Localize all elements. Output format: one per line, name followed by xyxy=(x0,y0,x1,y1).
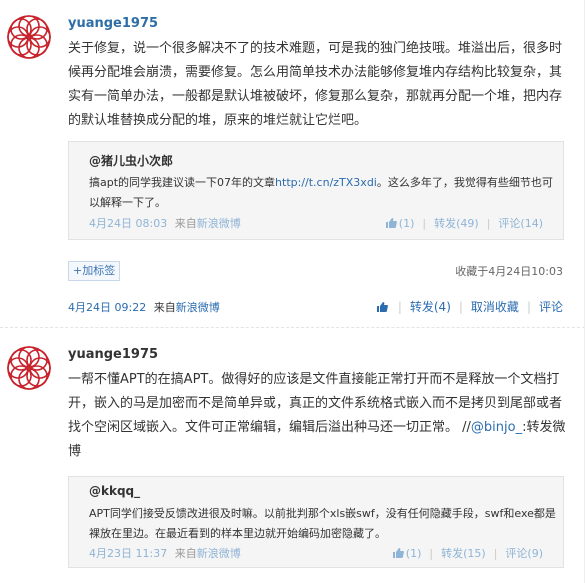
quoted-post: @kkqq_ APT同学们接受反馈改进很及时嘛。以前批判那个xls嵌swf，没有… xyxy=(68,476,564,568)
separator: | xyxy=(422,217,427,230)
quoted-meta: 4月23日 11:37 来自新浪微博 xyxy=(89,545,241,561)
author-name[interactable]: yuange1975 xyxy=(68,16,158,31)
quoted-source[interactable]: 新浪微博 xyxy=(197,217,241,230)
from-label: 来自 xyxy=(153,301,176,314)
separator: | xyxy=(458,300,463,314)
quoted-text: APT同学们接受反馈改进很及时嘛。以前批判那个xls嵌swf，没有任何隐藏手段，… xyxy=(89,507,556,540)
separator: | xyxy=(486,217,491,230)
favorited-time: 收藏于4月24日10:03 xyxy=(455,265,563,278)
separator: | xyxy=(526,300,531,314)
from-label: 来自 xyxy=(174,217,197,230)
quoted-author[interactable]: @kkqq_ xyxy=(89,484,140,498)
avatar[interactable] xyxy=(4,12,54,62)
from-label: 来自 xyxy=(174,547,197,560)
like-button[interactable] xyxy=(376,300,390,314)
avatar[interactable] xyxy=(4,343,54,393)
like-button[interactable]: (1) xyxy=(385,217,415,230)
comment-button[interactable]: 评论 xyxy=(539,300,563,314)
short-link[interactable]: http://t.cn/zTX3xdi xyxy=(275,176,377,189)
unfavorite-button[interactable]: 取消收藏 xyxy=(471,300,519,314)
quoted-meta: 4月24日 08:03 来自新浪微博 xyxy=(89,215,241,231)
quoted-time[interactable]: 4月23日 11:37 xyxy=(89,547,167,560)
post-divider xyxy=(0,327,585,328)
thumbs-up-icon xyxy=(392,548,404,558)
quoted-actions: (1) | 转发(15) | 评论(9) xyxy=(392,545,543,561)
post-text: 一帮不懂APT的在搞APT。做得好的应该是文件直接能正常打开而不是释放一个文档打… xyxy=(68,368,568,464)
post-source[interactable]: 新浪微博 xyxy=(176,301,220,314)
separator: | xyxy=(493,547,498,560)
author-name[interactable]: yuange1975 xyxy=(68,347,158,362)
comment-button[interactable]: 评论(9) xyxy=(505,547,543,560)
quoted-time[interactable]: 4月24日 08:03 xyxy=(89,217,167,230)
quoted-author[interactable]: @猪儿虫小次郎 xyxy=(89,152,173,169)
post-time[interactable]: 4月24日 09:22 xyxy=(68,301,146,314)
like-count: (1) xyxy=(405,547,422,560)
like-button[interactable]: (1) xyxy=(392,547,422,560)
quoted-text: 搞apt的同学我建议读一下07年的文章http://t.cn/zTX3xdi。这… xyxy=(89,173,559,213)
repost-button[interactable]: 转发(4) xyxy=(410,300,451,314)
separator: | xyxy=(397,300,402,314)
repost-button[interactable]: 转发(49) xyxy=(434,217,479,230)
thumbs-up-icon xyxy=(385,218,397,228)
weibo-post: yuange1975 一帮不懂APT的在搞APT。做得好的应该是文件直接能正常打… xyxy=(0,330,585,583)
add-tag-button[interactable]: +加标签 xyxy=(68,261,121,281)
post-meta: 4月24日 09:22 来自新浪微博 xyxy=(68,299,220,315)
comment-button[interactable]: 评论(14) xyxy=(498,217,543,230)
mention-link[interactable]: @binjo_ xyxy=(471,420,522,435)
post-actions: | 转发(4) | 取消收藏 | 评论 xyxy=(376,298,563,315)
quoted-text-before: 搞apt的同学我建议读一下07年的文章 xyxy=(89,176,276,189)
repost-button[interactable]: 转发(15) xyxy=(441,547,486,560)
quoted-actions: (1) | 转发(49) | 评论(14) xyxy=(385,215,543,231)
quoted-source[interactable]: 新浪微博 xyxy=(197,547,241,560)
like-count: (1) xyxy=(398,217,415,230)
quoted-post: @猪儿虫小次郎 搞apt的同学我建议读一下07年的文章http://t.cn/z… xyxy=(68,141,564,240)
weibo-post: yuange1975 关于修复，说一个很多解决不了的技术难题，可是我的独门绝技哦… xyxy=(0,0,585,330)
post-text: 关于修复，说一个很多解决不了的技术难题，可是我的独门绝技哦。堆溢出后，很多时候再… xyxy=(68,41,563,128)
thumbs-up-icon xyxy=(376,302,388,312)
separator: | xyxy=(429,547,434,560)
